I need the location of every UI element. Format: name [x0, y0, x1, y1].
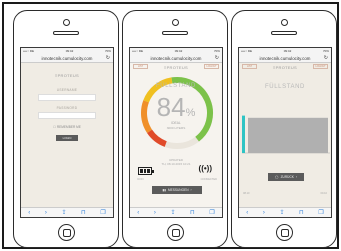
home-button[interactable] [275, 224, 293, 241]
ideal-label: IDEAL [171, 121, 181, 125]
bookmarks-icon[interactable]: ⊓ [81, 209, 86, 216]
checkbox-icon[interactable]: ☐ [53, 125, 56, 129]
reload-icon[interactable]: ↻ [215, 55, 219, 61]
list-button[interactable]: LIST [242, 64, 257, 69]
username-field[interactable] [38, 94, 96, 101]
battery-text: 70% [213, 49, 220, 53]
battery-text: 70% [104, 49, 111, 53]
time-text: 09:42 [174, 49, 183, 53]
fill-level-chart [242, 115, 330, 154]
password-field[interactable] [38, 112, 96, 119]
percent-unit: % [185, 107, 196, 119]
password-label: PASSWORD [56, 106, 78, 110]
chart-bar [248, 117, 328, 153]
browser-toolbar: ‹ › ⇪ ⊓ ❐ [21, 207, 113, 217]
logout-button[interactable]: LOGOUT [204, 64, 219, 69]
back-icon[interactable]: ‹ [137, 210, 139, 216]
forward-icon[interactable]: › [154, 210, 156, 216]
bookmarks-icon[interactable]: ⊓ [299, 209, 304, 216]
browser-toolbar: ‹ › ⇪ ⊓ ❐ [239, 207, 331, 217]
browser-toolbar: ‹ › ⇪ ⊓ ❐ [130, 207, 222, 217]
back-icon[interactable]: ‹ [28, 210, 30, 216]
speaker-icon [162, 31, 188, 35]
list-button[interactable]: LIST [133, 64, 148, 69]
chart-icon: ▮▮ [162, 188, 166, 192]
home-button[interactable] [166, 224, 184, 241]
date-start-label: 08.10 [243, 192, 250, 195]
back-circle-icon: ◯ [275, 175, 279, 179]
address-bar[interactable]: innotecnik.cumulocity.com ↻ [130, 54, 222, 63]
image-frame: ••••○ DE 09:42 70% innotecnik.cumulocity… [2, 2, 339, 249]
date-end-label: 09.10 [320, 192, 328, 195]
chevron-down-icon: › [190, 188, 192, 192]
share-icon[interactable]: ⇪ [61, 209, 66, 216]
login-button[interactable]: LOGIN [56, 135, 78, 141]
measurements-label: MESSUNGEN [167, 188, 189, 192]
url-text: innotecnik.cumulocity.com [150, 55, 202, 61]
fill-level-percent: 84% [130, 92, 222, 123]
signal-label: CONNECTED [200, 178, 217, 181]
carrier-text: ••••○ DE [241, 49, 253, 53]
speaker-icon [53, 31, 79, 35]
reload-icon[interactable]: ↻ [324, 55, 328, 61]
fill-level-title: FÜLLSTAND [156, 83, 196, 89]
username-label: USERNAME [56, 88, 78, 92]
tabs-icon[interactable]: ❐ [209, 209, 214, 216]
tabs-icon[interactable]: ❐ [100, 209, 105, 216]
percent-value: 84 [156, 92, 186, 122]
back-button[interactable]: ◯ ZURÜCK › [268, 173, 304, 181]
battery-label: ICON [137, 178, 144, 181]
logout-button[interactable]: LOGOUT [313, 64, 328, 69]
reload-icon[interactable]: ↻ [106, 55, 110, 61]
login-screen: ••••○ DE 09:42 70% innotecnik.cumulocity… [20, 47, 114, 218]
address-bar[interactable]: innotecnik.cumulocity.com ↻ [21, 54, 113, 63]
brand-logo: ≡PROTEUS [54, 73, 80, 78]
battery-icon [138, 167, 154, 175]
battery-text: 70% [322, 49, 329, 53]
history-screen: ••••○ DE 09:42 70% innotecnik.cumulocity… [238, 47, 332, 218]
forward-icon[interactable]: › [45, 210, 47, 216]
measurements-button[interactable]: ▮▮ MESSUNGEN › [152, 186, 202, 194]
gauge-arc-red [147, 129, 167, 147]
time-text: 09:42 [65, 49, 74, 53]
url-text: innotecnik.cumulocity.com [41, 55, 93, 61]
fill-level-title: FÜLLSTAND [265, 83, 305, 90]
speaker-icon [271, 31, 297, 35]
carrier-text: ••••○ DE [23, 49, 35, 53]
signal-icon: ((•)) [198, 164, 212, 173]
tabs-icon[interactable]: ❐ [318, 209, 323, 216]
url-text: innotecnik.cumulocity.com [259, 55, 311, 61]
phone-login: ••••○ DE 09:42 70% innotecnik.cumulocity… [13, 10, 119, 248]
remember-me-label: REMEMBER ME [56, 125, 81, 129]
dashboard-screen: ••••○ DE 09:42 70% innotecnik.cumulocity… [129, 47, 223, 218]
share-icon[interactable]: ⇪ [279, 209, 284, 216]
share-icon[interactable]: ⇪ [170, 209, 175, 216]
carrier-text: ••••○ DE [132, 49, 144, 53]
forward-icon[interactable]: › [263, 210, 265, 216]
camera-icon [280, 19, 288, 26]
chevron-right-icon: › [295, 175, 297, 179]
phone-history: ••••○ DE 09:42 70% innotecnik.cumulocity… [231, 10, 337, 248]
bookmarks-icon[interactable]: ⊓ [190, 209, 195, 216]
camera-icon [171, 19, 179, 26]
liters-label: 3000 LITERS [166, 126, 186, 130]
camera-icon [62, 19, 70, 26]
back-icon[interactable]: ‹ [246, 210, 248, 216]
time-text: 09:42 [283, 49, 292, 53]
home-button[interactable] [57, 224, 75, 241]
phone-dashboard: ••••○ DE 09:42 70% innotecnik.cumulocity… [122, 10, 228, 248]
back-label: ZURÜCK [280, 175, 294, 179]
chart-bar [242, 115, 245, 153]
remember-me-row[interactable]: ☐ REMEMBER ME [21, 125, 113, 129]
address-bar[interactable]: innotecnik.cumulocity.com ↻ [239, 54, 331, 63]
